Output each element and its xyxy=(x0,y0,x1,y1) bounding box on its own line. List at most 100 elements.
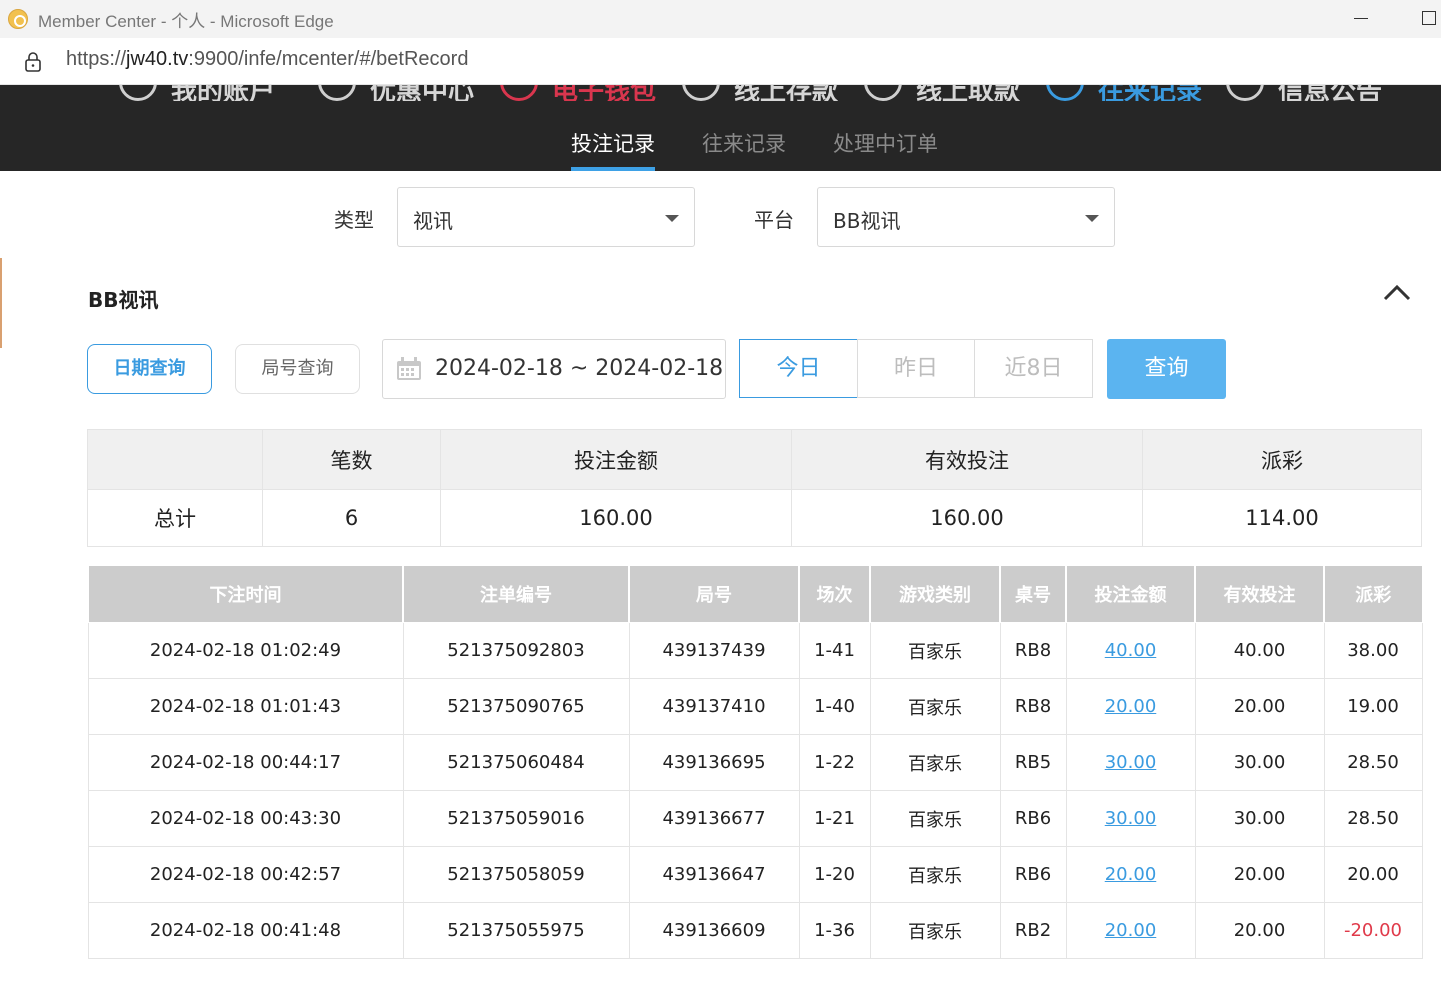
session-cell: 1-21 xyxy=(798,790,871,847)
column-header-table[interactable]: 桌号 xyxy=(999,565,1067,623)
nav-wallet[interactable]: 电子钱包 xyxy=(500,85,660,101)
valid-bet-cell: 20.00 xyxy=(1194,678,1325,735)
bet-amount-link[interactable]: 40.00 xyxy=(1065,622,1196,679)
round-cell: 439136695 xyxy=(628,734,800,791)
chevron-down-icon xyxy=(1085,215,1099,222)
nav-promotions[interactable]: 优惠中心 xyxy=(318,85,478,101)
column-header-bet-time[interactable]: 下注时间 xyxy=(87,565,404,623)
bet-id-cell: 521375090765 xyxy=(402,678,630,735)
platform-label: 平台 xyxy=(754,208,794,232)
today-button[interactable]: 今日 xyxy=(739,339,858,398)
bet-id-cell: 521375092803 xyxy=(402,622,630,679)
url-text[interactable]: https://jw40.tv:9900/infe/mcenter/#/betR… xyxy=(66,48,468,71)
round-cell: 439137410 xyxy=(628,678,800,735)
round-cell: 439136677 xyxy=(628,790,800,847)
payout-cell: -20.00 xyxy=(1323,902,1423,959)
window-title: Member Center - 个人 - Microsoft Edge xyxy=(38,12,334,31)
payout-cell: 19.00 xyxy=(1323,678,1423,735)
date-query-button[interactable]: 日期查询 xyxy=(87,344,212,394)
chevron-down-icon xyxy=(665,215,679,222)
session-cell: 1-40 xyxy=(798,678,871,735)
valid-bet-cell: 30.00 xyxy=(1194,790,1325,847)
table-id-cell: RB5 xyxy=(999,734,1067,791)
table-row: 2024-02-18 00:42:57 521375058059 4391366… xyxy=(87,846,1423,903)
column-header-session[interactable]: 场次 xyxy=(798,565,871,623)
date-range-picker[interactable]: 2024-02-18 ~ 2024-02-18 xyxy=(382,339,726,399)
column-header-payout[interactable]: 派彩 xyxy=(1323,565,1423,623)
minimize-icon[interactable] xyxy=(1354,18,1368,19)
nav-deposit[interactable]: 线上存款 xyxy=(682,85,842,101)
window-titlebar: Member Center - 个人 - Microsoft Edge xyxy=(0,0,1441,38)
summary-cell: 160.00 xyxy=(440,489,792,547)
summary-header: 笔数 xyxy=(262,429,441,490)
bet-time-cell: 2024-02-18 01:01:43 xyxy=(87,678,404,735)
valid-bet-cell: 20.00 xyxy=(1194,902,1325,959)
nav-withdraw[interactable]: 线上取款 xyxy=(864,85,1024,101)
summary-cell: 总计 xyxy=(87,489,263,547)
table-row: 2024-02-18 01:01:43 521375090765 4391374… xyxy=(87,678,1423,735)
game-type-cell: 百家乐 xyxy=(869,734,1001,791)
summary-total-row: 总计 6 160.00 160.00 114.00 xyxy=(87,489,1422,547)
section-title: BB视讯 xyxy=(88,288,159,312)
yesterday-button[interactable]: 昨日 xyxy=(857,339,975,398)
bet-amount-link[interactable]: 30.00 xyxy=(1065,734,1196,791)
column-header-bet-amount[interactable]: 投注金额 xyxy=(1065,565,1196,623)
bet-time-cell: 2024-02-18 00:42:57 xyxy=(87,846,404,903)
nav-records[interactable]: 往来记录 xyxy=(1046,85,1206,101)
column-header-game-type[interactable]: 游戏类别 xyxy=(869,565,1001,623)
column-header-valid-bet[interactable]: 有效投注 xyxy=(1194,565,1325,623)
table-row: 2024-02-18 00:41:48 521375055975 4391366… xyxy=(87,902,1423,959)
bet-amount-link[interactable]: 30.00 xyxy=(1065,790,1196,847)
table-id-cell: RB8 xyxy=(999,622,1067,679)
bet-time-cell: 2024-02-18 00:43:30 xyxy=(87,790,404,847)
tab-transaction-records[interactable]: 往来记录 xyxy=(702,128,786,158)
table-row: 2024-02-18 00:43:30 521375059016 4391366… xyxy=(87,790,1423,847)
session-cell: 1-41 xyxy=(798,622,871,679)
table-id-cell: RB2 xyxy=(999,902,1067,959)
bet-time-cell: 2024-02-18 00:41:48 xyxy=(87,902,404,959)
bet-time-cell: 2024-02-18 01:02:49 xyxy=(87,622,404,679)
tab-bet-records[interactable]: 投注记录 xyxy=(571,128,655,158)
nav-announcements[interactable]: 信息公告 xyxy=(1226,85,1386,101)
table-row: 2024-02-18 00:44:17 521375060484 4391366… xyxy=(87,734,1423,791)
withdraw-icon xyxy=(864,85,902,101)
bet-time-cell: 2024-02-18 00:44:17 xyxy=(87,734,404,791)
type-label: 类型 xyxy=(334,208,374,232)
summary-header: 派彩 xyxy=(1142,429,1422,490)
query-button[interactable]: 查询 xyxy=(1107,339,1226,399)
game-type-cell: 百家乐 xyxy=(869,846,1001,903)
bet-id-cell: 521375059016 xyxy=(402,790,630,847)
gift-icon xyxy=(318,85,356,101)
column-header-bet-id[interactable]: 注单编号 xyxy=(402,565,630,623)
chevron-up-icon[interactable] xyxy=(1383,283,1411,301)
browser-profile-icon[interactable] xyxy=(8,9,28,29)
tab-pending-orders[interactable]: 处理中订单 xyxy=(833,128,938,158)
round-cell: 439136609 xyxy=(628,902,800,959)
bet-id-cell: 521375060484 xyxy=(402,734,630,791)
bell-icon xyxy=(1226,85,1264,101)
session-cell: 1-20 xyxy=(798,846,871,903)
table-id-cell: RB8 xyxy=(999,678,1067,735)
game-type-cell: 百家乐 xyxy=(869,678,1001,735)
page-edge-accent xyxy=(0,258,2,348)
bet-amount-link[interactable]: 20.00 xyxy=(1065,678,1196,735)
nav-my-account[interactable]: 我的账户 ˇ xyxy=(119,85,279,101)
summary-header: 投注金额 xyxy=(440,429,792,490)
table-row: 2024-02-18 01:02:49 521375092803 4391374… xyxy=(87,622,1423,679)
round-cell: 439137439 xyxy=(628,622,800,679)
calendar-icon xyxy=(397,357,421,380)
bet-amount-link[interactable]: 20.00 xyxy=(1065,846,1196,903)
platform-select[interactable]: BB视讯 xyxy=(817,187,1115,247)
lock-icon[interactable] xyxy=(25,52,41,72)
session-cell: 1-36 xyxy=(798,902,871,959)
type-select[interactable]: 视讯 xyxy=(397,187,695,247)
last-8-days-button[interactable]: 近8日 xyxy=(974,339,1093,398)
round-query-button[interactable]: 局号查询 xyxy=(235,344,360,394)
bet-amount-link[interactable]: 20.00 xyxy=(1065,902,1196,959)
valid-bet-cell: 30.00 xyxy=(1194,734,1325,791)
active-tab-indicator xyxy=(571,167,655,171)
maximize-icon[interactable] xyxy=(1422,11,1436,25)
summary-cell: 160.00 xyxy=(791,489,1143,547)
table-id-cell: RB6 xyxy=(999,846,1067,903)
column-header-round[interactable]: 局号 xyxy=(628,565,800,623)
